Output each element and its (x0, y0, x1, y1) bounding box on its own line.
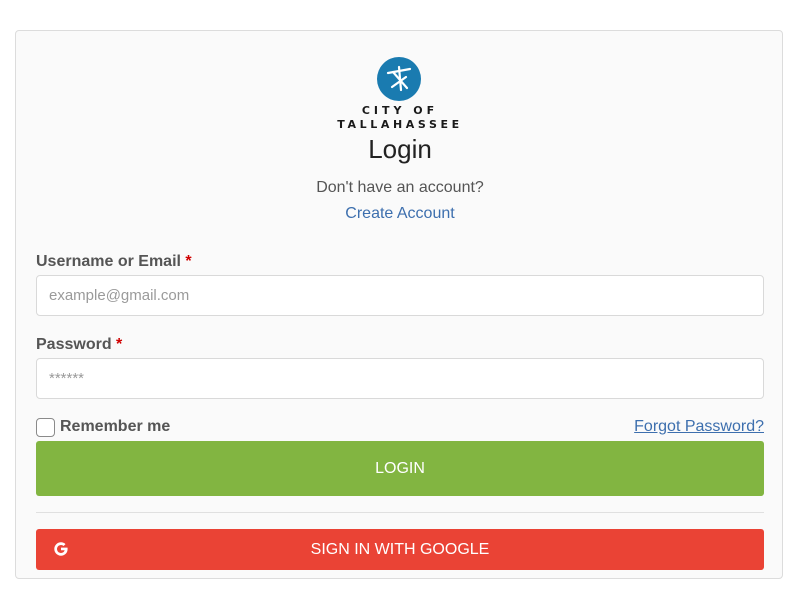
no-account-text: Don't have an account? (316, 179, 484, 196)
password-label-text: Password (36, 336, 112, 353)
remember-me-label[interactable]: Remember me (60, 418, 170, 436)
google-sign-in-button[interactable]: SIGN IN WITH GOOGLE (36, 529, 764, 570)
required-asterisk: * (116, 336, 123, 353)
username-input[interactable] (36, 275, 764, 316)
password-label: Password * (36, 336, 122, 354)
required-asterisk: * (185, 253, 192, 270)
logo-text-tallahassee: TALLAHASSEE (337, 118, 463, 131)
google-button-label: SIGN IN WITH GOOGLE (310, 541, 490, 558)
divider (36, 512, 764, 513)
username-label: Username or Email * (36, 253, 192, 271)
create-account-link[interactable]: Create Account (0, 205, 800, 223)
tallahassee-star-logo-icon (377, 57, 421, 101)
login-button[interactable]: LOGIN (36, 441, 764, 496)
remember-me-checkbox[interactable] (36, 418, 55, 437)
username-label-text: Username or Email (36, 253, 181, 270)
logo-text-city-of: CITY OF (361, 104, 439, 117)
password-input[interactable] (36, 358, 764, 399)
page-title: Login (368, 134, 432, 164)
forgot-password-link[interactable]: Forgot Password? (634, 418, 764, 436)
